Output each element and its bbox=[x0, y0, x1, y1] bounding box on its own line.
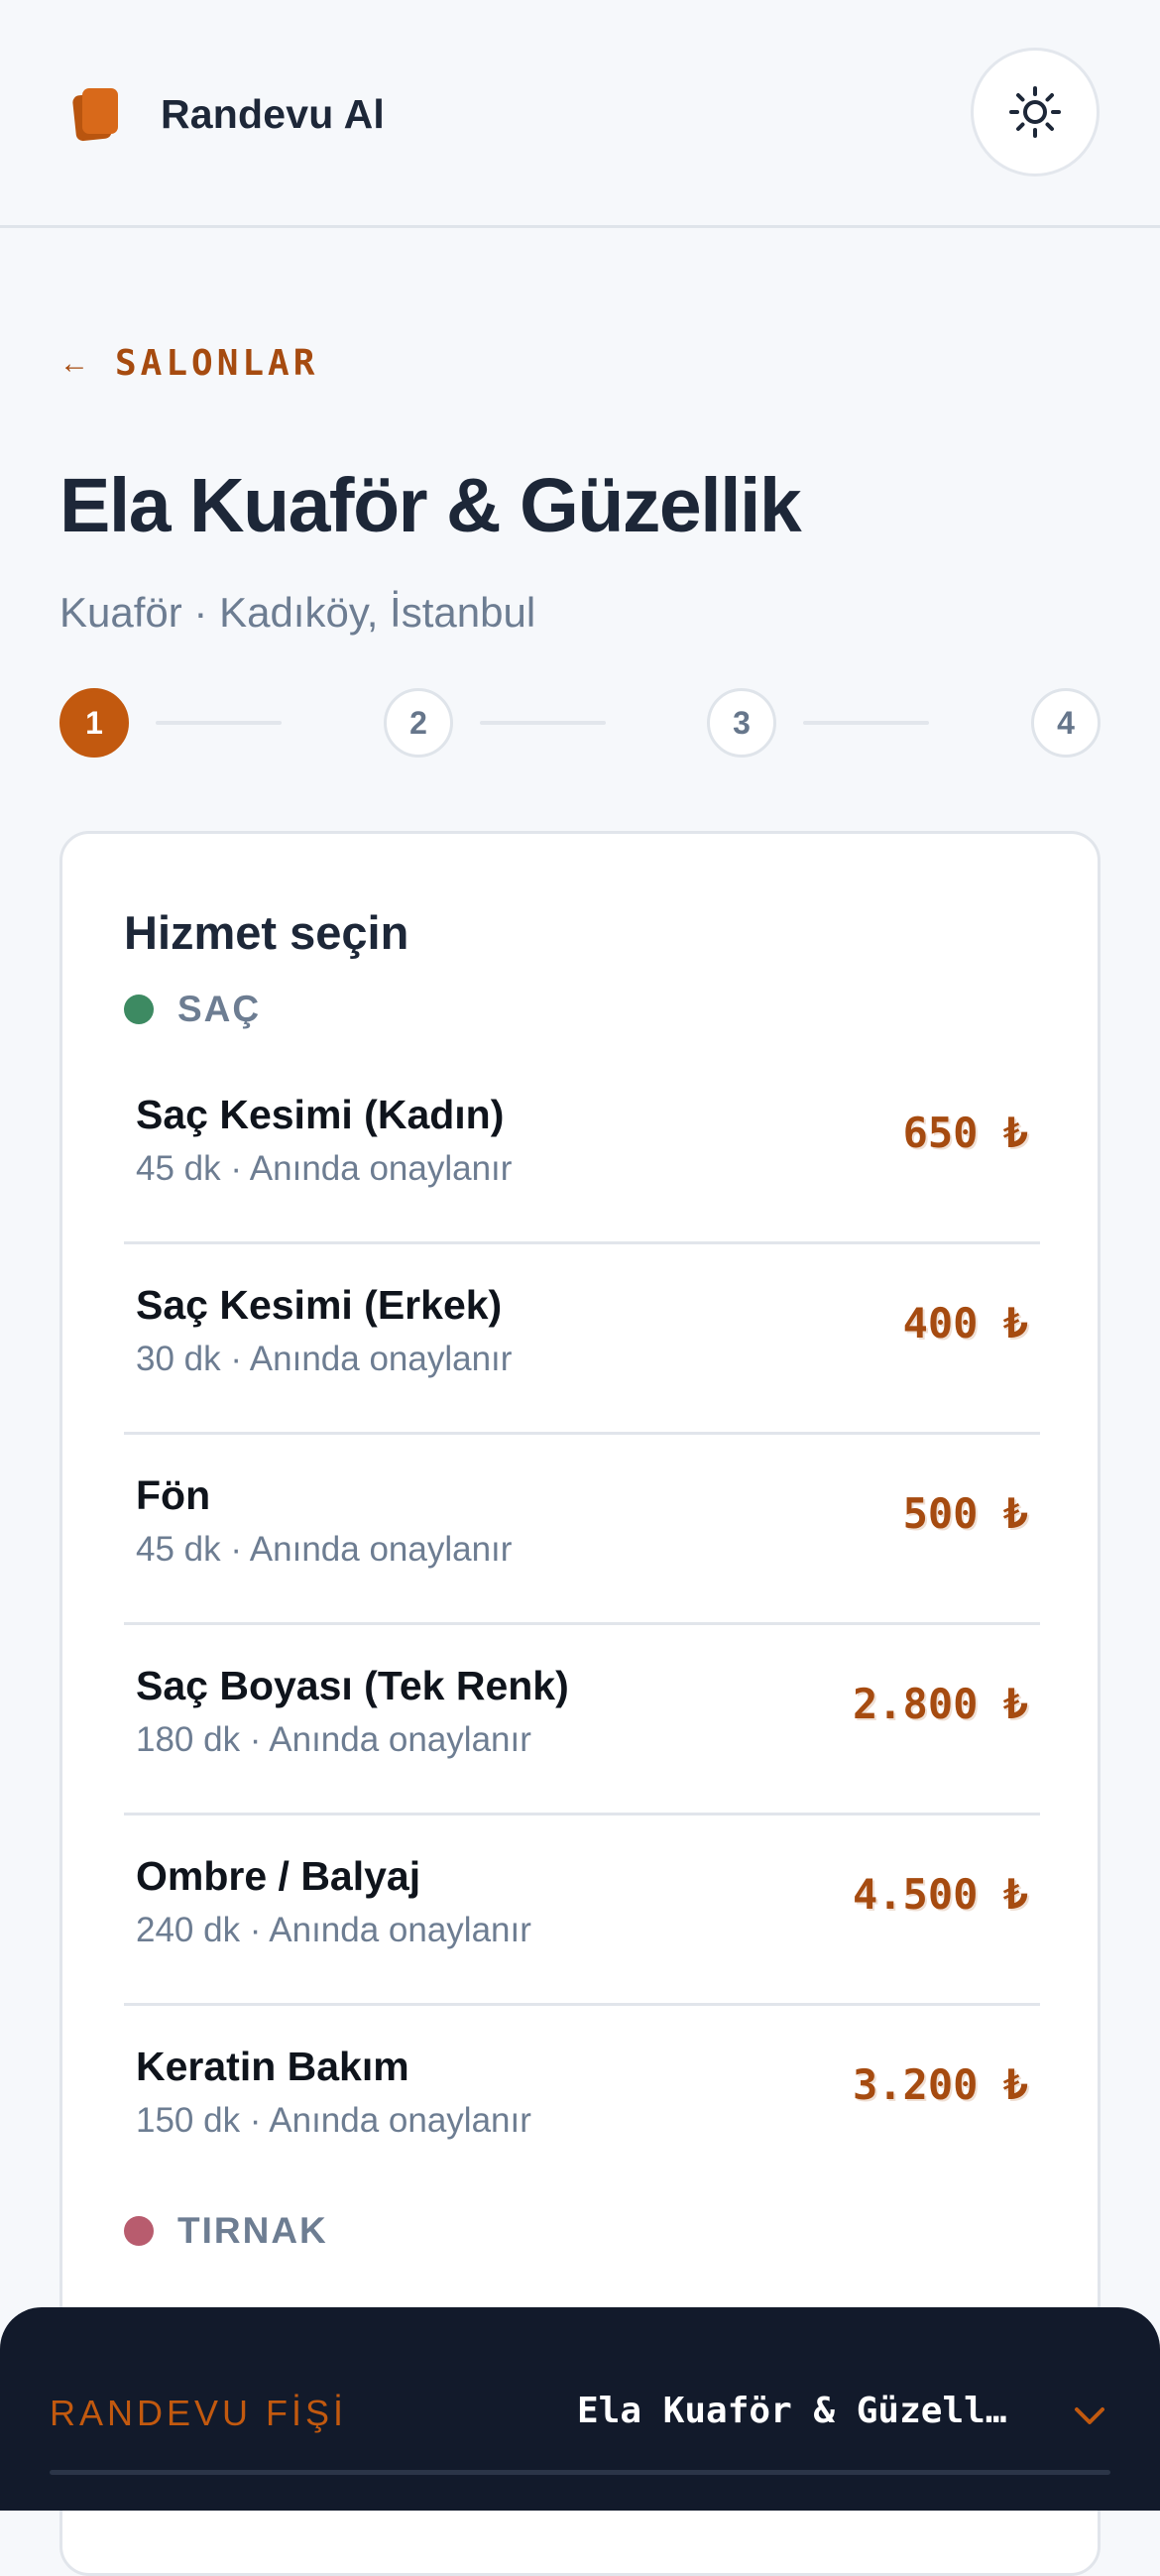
category-label: SAÇ bbox=[177, 989, 262, 1029]
step-1: 1 bbox=[59, 688, 129, 758]
arrow-left-icon: ← bbox=[59, 346, 89, 380]
service-name: Saç Kesimi (Kadın) bbox=[136, 1092, 505, 1137]
booking-receipt-bar[interactable]: RANDEVU FİŞİ Ela Kuaför & Güzellik bbox=[0, 2307, 1160, 2511]
top-bar: Randevu Al bbox=[0, 0, 1160, 228]
back-to-salons-link[interactable]: ← SALONLAR bbox=[59, 343, 318, 384]
service-price: 4.500 ₺ bbox=[852, 1870, 1028, 1919]
service-name: Saç Boyası (Tek Renk) bbox=[136, 1663, 569, 1708]
service-meta: 30 dk · Anında onaylanır bbox=[136, 1340, 513, 1378]
back-link-label: SALONLAR bbox=[115, 343, 319, 384]
salon-subtitle: Kuaför · Kadıköy, İstanbul bbox=[59, 589, 536, 636]
booking-stepper: 1 2 3 4 bbox=[59, 688, 1101, 758]
service-price: 2.800 ₺ bbox=[852, 1680, 1028, 1728]
service-price: 650 ₺ bbox=[902, 1109, 1028, 1157]
category-dot bbox=[124, 2216, 154, 2246]
service-meta: 150 dk · Anında onaylanır bbox=[136, 2101, 531, 2140]
category-header-sac: SAÇ bbox=[124, 989, 261, 1030]
cards-icon bbox=[72, 88, 118, 142]
sun-icon bbox=[1009, 86, 1061, 138]
service-meta: 45 dk · Anında onaylanır bbox=[136, 1149, 513, 1188]
category-dot bbox=[124, 995, 154, 1024]
receipt-label: RANDEVU FİŞİ bbox=[50, 2393, 348, 2433]
service-price: 500 ₺ bbox=[902, 1489, 1028, 1538]
brand[interactable]: Randevu Al bbox=[71, 85, 385, 143]
brand-name: Randevu Al bbox=[161, 90, 386, 137]
service-meta: 240 dk · Anında onaylanır bbox=[136, 1911, 531, 1949]
service-name: Fön bbox=[136, 1472, 211, 1518]
page-title: Ela Kuaför & Güzellik bbox=[59, 463, 802, 548]
card-title: Hizmet seçin bbox=[124, 906, 409, 959]
receipt-salon-name: Ela Kuaför & Güzellik bbox=[577, 2391, 1023, 2431]
category-label: TIRNAK bbox=[177, 2210, 328, 2251]
category-header-tirnak: TIRNAK bbox=[124, 2210, 328, 2252]
service-item[interactable]: Saç Boyası (Tek Renk) 180 dk · Anında on… bbox=[124, 1625, 1040, 1815]
step-connector bbox=[480, 721, 606, 725]
step-4: 4 bbox=[1031, 688, 1101, 758]
step-connector bbox=[803, 721, 929, 725]
service-item[interactable]: Saç Kesimi (Erkek) 30 dk · Anında onayla… bbox=[124, 1244, 1040, 1435]
service-item[interactable]: Keratin Bakım 150 dk · Anında onaylanır … bbox=[124, 2006, 1040, 2196]
service-name: Saç Kesimi (Erkek) bbox=[136, 1282, 503, 1328]
service-item[interactable]: Saç Kesimi (Kadın) 45 dk · Anında onayla… bbox=[124, 1054, 1040, 1244]
receipt-divider bbox=[50, 2470, 1110, 2475]
service-meta: 45 dk · Anında onaylanır bbox=[136, 1530, 513, 1569]
service-item[interactable]: Ombre / Balyaj 240 dk · Anında onaylanır… bbox=[124, 1815, 1040, 2006]
theme-toggle-button[interactable] bbox=[971, 48, 1100, 176]
service-price: 400 ₺ bbox=[902, 1299, 1028, 1347]
service-meta: 180 dk · Anında onaylanır bbox=[136, 1720, 531, 1759]
service-item[interactable]: Fön 45 dk · Anında onaylanır 500 ₺ bbox=[124, 1435, 1040, 1625]
chevron-down-icon[interactable] bbox=[1071, 2397, 1108, 2434]
service-name: Keratin Bakım bbox=[136, 2044, 409, 2089]
step-2: 2 bbox=[384, 688, 453, 758]
step-connector bbox=[156, 721, 282, 725]
service-price: 3.200 ₺ bbox=[852, 2060, 1028, 2109]
step-3: 3 bbox=[707, 688, 776, 758]
service-name: Ombre / Balyaj bbox=[136, 1853, 421, 1899]
